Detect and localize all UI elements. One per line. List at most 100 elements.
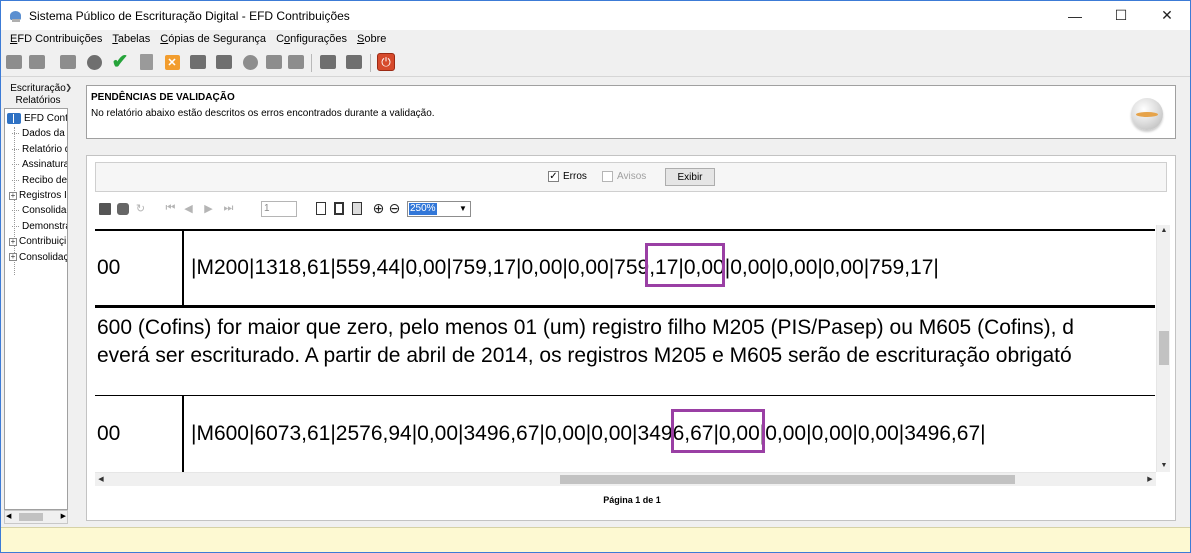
scroll-left-icon[interactable]: ◀ bbox=[95, 473, 107, 487]
backup-icon[interactable] bbox=[318, 52, 338, 72]
first-page-icon[interactable]: ⏮ bbox=[163, 201, 178, 216]
single-page-icon[interactable] bbox=[313, 201, 328, 216]
scrollbar-thumb[interactable] bbox=[560, 475, 1015, 484]
avisos-checkbox[interactable]: Avisos bbox=[602, 171, 646, 182]
scroll-right-icon[interactable]: ▶ bbox=[1144, 473, 1156, 487]
scroll-left-icon[interactable]: ◀ bbox=[6, 511, 11, 523]
tree-item-label: Relatório d bbox=[22, 143, 68, 155]
tree-root-efd-contribuicoes[interactable]: EFD Contri bbox=[5, 111, 67, 126]
vertical-scrollbar[interactable]: ▲ ▼ bbox=[1156, 225, 1170, 472]
bookkeeping-tree: EFD Contri Dados da E Relatório d Assinatur… bbox=[4, 108, 68, 510]
menu-efd-contribuicoes[interactable]: EFD Contribuições bbox=[10, 33, 102, 45]
tree-branch bbox=[12, 164, 19, 166]
receipt-icon[interactable] bbox=[240, 52, 260, 72]
error-message-line: everá ser escriturado. A partir de abril… bbox=[97, 344, 1072, 367]
delete-x-icon[interactable]: ✕ bbox=[162, 52, 182, 72]
erros-label: Erros bbox=[563, 171, 587, 182]
refresh-icon[interactable]: ↻ bbox=[133, 201, 148, 216]
erros-checkbox[interactable]: ✓ Erros bbox=[548, 171, 587, 182]
menu-bar: EFD Contribuições Tabelas Cópias de Segu… bbox=[1, 30, 1190, 48]
whole-page-icon[interactable] bbox=[349, 201, 364, 216]
sped-logo-icon bbox=[1131, 98, 1163, 130]
expand-plus-icon[interactable]: + bbox=[9, 253, 17, 262]
filter-bar: ✓ Erros Avisos Exibir bbox=[95, 162, 1167, 192]
zoom-select[interactable]: 250% ▼ bbox=[407, 201, 471, 217]
tree-branch bbox=[12, 225, 19, 227]
tree-item-label: Consolidaç bbox=[22, 205, 68, 217]
left-panel: Escrituração Relatórios ❯ EFD Contri Dado… bbox=[1, 78, 72, 527]
tree-item[interactable]: + Consolidaç bbox=[5, 250, 68, 265]
minimize-button[interactable]: — bbox=[1052, 1, 1098, 30]
settings-gear-icon[interactable] bbox=[84, 52, 104, 72]
tree-item-label: Consolidaç bbox=[19, 251, 68, 263]
error-message-line: 600 (Cofins) for maior que zero, pelo me… bbox=[97, 316, 1074, 339]
tree-item[interactable]: Dados da E bbox=[5, 126, 67, 141]
tree-item[interactable]: Relatório d bbox=[5, 142, 68, 157]
main-content: PENDÊNCIAS DE VALIDAÇÃO No relatório aba… bbox=[76, 78, 1190, 527]
transmit-icon[interactable] bbox=[214, 52, 234, 72]
scroll-down-icon[interactable]: ▼ bbox=[1157, 460, 1171, 472]
highlight-box bbox=[645, 243, 725, 287]
print-icon[interactable] bbox=[264, 52, 284, 72]
expand-plus-icon[interactable]: + bbox=[9, 237, 17, 246]
save-icon[interactable] bbox=[97, 201, 112, 216]
scroll-right-icon[interactable]: ▶ bbox=[61, 511, 66, 523]
tab-relatorios[interactable]: Relatórios bbox=[10, 95, 66, 106]
table-rule bbox=[95, 229, 1155, 231]
open-folder-icon[interactable] bbox=[58, 52, 78, 72]
book-icon bbox=[7, 113, 21, 124]
erros-checkbox-box[interactable]: ✓ bbox=[548, 171, 559, 182]
left-panel-tabs: Escrituração Relatórios ❯ bbox=[4, 80, 72, 106]
tree-item-label: Demonstra bbox=[22, 220, 68, 232]
chevron-down-icon[interactable]: ▼ bbox=[457, 203, 469, 215]
zoom-in-icon[interactable]: ⊕ bbox=[371, 200, 386, 216]
page-title: PENDÊNCIAS DE VALIDAÇÃO bbox=[91, 92, 235, 103]
expand-plus-icon[interactable]: + bbox=[9, 191, 17, 200]
tab-escrituracao[interactable]: Escrituração bbox=[10, 83, 66, 94]
tree-item[interactable]: Assinatura bbox=[5, 157, 68, 172]
table-rule bbox=[95, 395, 1155, 396]
previous-page-icon[interactable]: ◀ bbox=[181, 201, 196, 216]
power-exit-icon[interactable]: ⏻ bbox=[376, 52, 396, 72]
tree-item[interactable]: Demonstra bbox=[5, 219, 68, 234]
row-code: 00 bbox=[97, 422, 121, 445]
document-icon[interactable] bbox=[136, 52, 156, 72]
scrollbar-thumb[interactable] bbox=[1159, 331, 1169, 365]
next-page-icon[interactable]: ▶ bbox=[201, 201, 216, 216]
close-button[interactable]: ✕ bbox=[1144, 1, 1190, 30]
new-bookkeeping-icon[interactable] bbox=[4, 52, 24, 72]
highlight-box bbox=[671, 409, 765, 453]
page-width-icon[interactable] bbox=[331, 201, 346, 216]
import-icon[interactable] bbox=[27, 52, 47, 72]
menu-configuracoes[interactable]: Configurações bbox=[276, 33, 347, 45]
menu-copias-de-seguranca[interactable]: Cópias de Segurança bbox=[160, 33, 266, 45]
tree-item[interactable]: Consolidaç bbox=[5, 203, 68, 218]
menu-tabelas[interactable]: Tabelas bbox=[112, 33, 150, 45]
table-row: |M200|1318,61|559,44|0,00|759,17|0,00|0,… bbox=[191, 255, 939, 281]
maximize-button[interactable]: ☐ bbox=[1098, 1, 1144, 30]
page-number-input[interactable]: 1 bbox=[261, 201, 297, 217]
exibir-button[interactable]: Exibir bbox=[665, 168, 715, 186]
sign-icon[interactable] bbox=[188, 52, 208, 72]
zoom-out-icon[interactable]: ⊖ bbox=[387, 200, 402, 216]
restore-icon[interactable] bbox=[344, 52, 364, 72]
shield-icon[interactable] bbox=[286, 52, 306, 72]
horizontal-scrollbar[interactable]: ◀ ▶ bbox=[95, 472, 1156, 486]
print-icon[interactable] bbox=[115, 201, 130, 216]
avisos-checkbox-box[interactable] bbox=[602, 171, 613, 182]
tree-item[interactable]: + Registros I bbox=[5, 188, 67, 203]
page-indicator: Página 1 de 1 bbox=[603, 495, 661, 505]
menu-sobre[interactable]: Sobre bbox=[357, 33, 386, 45]
avisos-label: Avisos bbox=[617, 171, 647, 182]
tab-scroll-arrow-icon[interactable]: ❯ bbox=[65, 83, 72, 92]
left-panel-scrollbar[interactable]: ◀ ▶ bbox=[4, 510, 68, 524]
tree-item[interactable]: + Contribuiçi bbox=[5, 234, 66, 249]
scroll-up-icon[interactable]: ▲ bbox=[1157, 225, 1171, 237]
last-page-icon[interactable]: ⏭ bbox=[221, 201, 236, 216]
table-rule bbox=[182, 396, 184, 472]
tree-item[interactable]: Recibo de bbox=[5, 173, 67, 188]
zoom-value: 250% bbox=[409, 203, 437, 215]
validate-check-icon[interactable]: ✔ bbox=[110, 52, 130, 72]
scrollbar-thumb[interactable] bbox=[19, 513, 43, 521]
tree-item-label: Assinatura bbox=[22, 159, 68, 171]
